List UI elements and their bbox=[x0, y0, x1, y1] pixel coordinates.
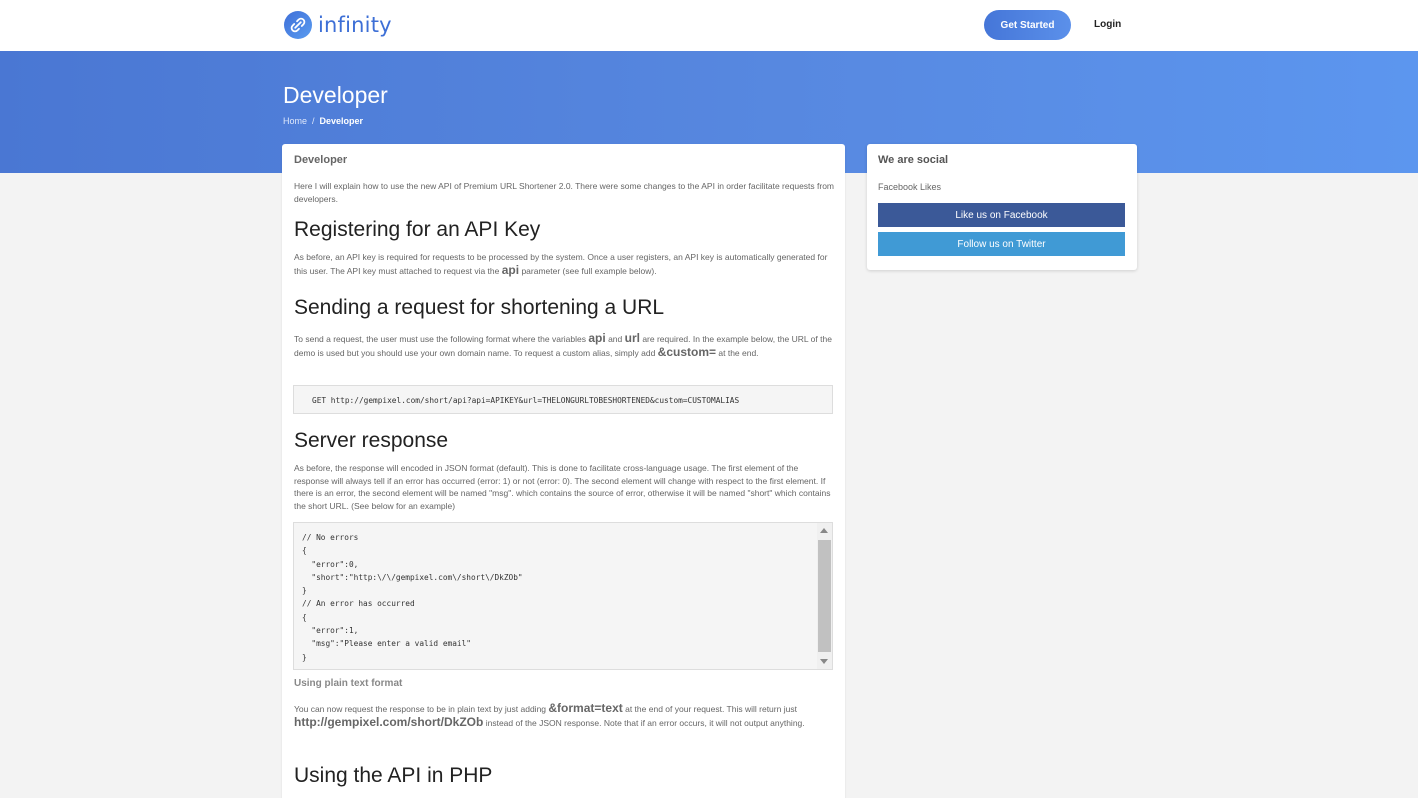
login-link[interactable]: Login bbox=[1094, 19, 1121, 30]
code-scrollbar[interactable] bbox=[817, 523, 832, 669]
main-content-panel: Developer Here I will explain how to use… bbox=[282, 144, 845, 798]
format-param: &format=text bbox=[548, 701, 623, 715]
var-url: url bbox=[624, 331, 640, 345]
follow-twitter-button[interactable]: Follow us on Twitter bbox=[878, 232, 1125, 256]
top-navbar: infinity Get Started Login bbox=[0, 0, 1418, 51]
response-text: As before, the response will encoded in … bbox=[294, 463, 831, 511]
heading-plain-text: Using plain text format bbox=[294, 678, 403, 689]
scroll-up-icon[interactable] bbox=[820, 528, 828, 533]
var-api: api bbox=[588, 331, 606, 345]
heading-api-key: Registering for an API Key bbox=[294, 218, 541, 241]
brand-logo[interactable]: infinity bbox=[284, 10, 392, 40]
scroll-thumb[interactable] bbox=[818, 540, 831, 652]
page-title: Developer bbox=[283, 82, 388, 108]
breadcrumb-home[interactable]: Home bbox=[283, 116, 307, 126]
heading-php: Using the API in PHP bbox=[294, 764, 493, 787]
api-param: api bbox=[501, 262, 520, 277]
panel-title: Developer bbox=[294, 154, 348, 166]
intro-text: Here I will explain how to use the new A… bbox=[294, 181, 835, 204]
request-text: To send a request, the user must use the… bbox=[294, 331, 832, 359]
social-title: We are social bbox=[878, 154, 949, 166]
infinity-icon bbox=[284, 11, 312, 39]
like-facebook-button[interactable]: Like us on Facebook bbox=[878, 203, 1125, 227]
plain-text-description: You can now request the response to be i… bbox=[294, 701, 805, 729]
facebook-likes-label: Facebook Likes bbox=[878, 182, 942, 192]
response-code: // No errors { "error":0, "short":"http:… bbox=[302, 533, 523, 662]
breadcrumb-current: Developer bbox=[319, 116, 364, 126]
example-url: http://gempixel.com/short/DkZOb bbox=[294, 714, 484, 729]
breadcrumb: Home / Developer bbox=[283, 116, 363, 126]
breadcrumb-separator: / bbox=[312, 116, 315, 126]
heading-response: Server response bbox=[294, 429, 449, 452]
social-panel: We are social Facebook Likes Like us on … bbox=[867, 144, 1137, 270]
brand-name: infinity bbox=[318, 13, 392, 37]
heading-request: Sending a request for shortening a URL bbox=[294, 296, 665, 319]
api-key-text: As before, an API key is required for re… bbox=[294, 252, 828, 277]
get-started-button[interactable]: Get Started bbox=[984, 10, 1071, 40]
response-code-block[interactable]: // No errors { "error":0, "short":"http:… bbox=[293, 522, 833, 670]
custom-param: &custom= bbox=[657, 344, 717, 359]
scroll-down-icon[interactable] bbox=[820, 659, 828, 664]
request-code-block: GET http://gempixel.com/short/api?api=AP… bbox=[293, 385, 833, 414]
